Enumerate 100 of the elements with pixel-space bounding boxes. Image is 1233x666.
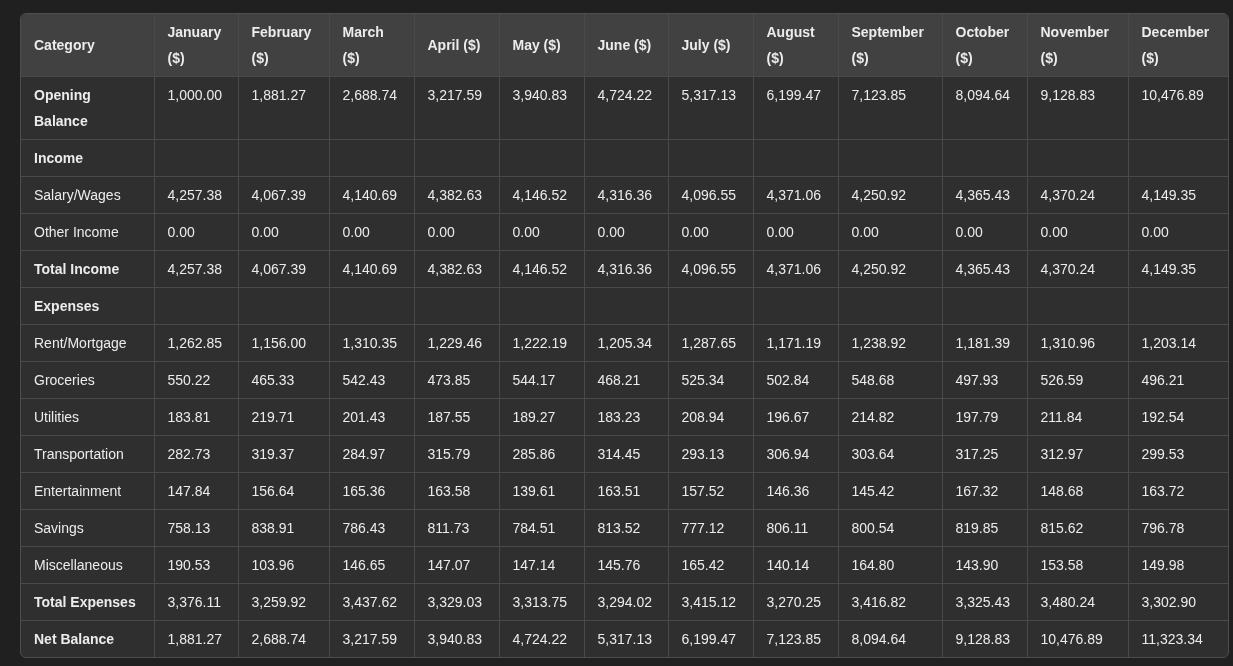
table-cell: 284.97 (329, 435, 414, 473)
table-cell: 4,067.39 (238, 250, 329, 288)
row-label: Groceries (21, 361, 154, 399)
table-cell: 4,724.22 (584, 76, 668, 140)
row-label: Miscellaneous (21, 546, 154, 584)
table-cell: 0.00 (154, 213, 238, 251)
table-cell: 165.36 (329, 472, 414, 510)
row-label: Transportation (21, 435, 154, 473)
table-cell: 548.68 (838, 361, 942, 399)
table-cell: 4,067.39 (238, 176, 329, 214)
table-cell: 4,382.63 (414, 250, 499, 288)
row-label: Income (21, 139, 154, 177)
table-cell: 542.43 (329, 361, 414, 399)
table-cell: 314.45 (584, 435, 668, 473)
table-cell: 0.00 (414, 213, 499, 251)
table-cell: 497.93 (942, 361, 1027, 399)
row-label: Total Expenses (21, 583, 154, 621)
table-cell: 0.00 (942, 213, 1027, 251)
table-cell: 139.61 (499, 472, 584, 510)
table-cell: 544.17 (499, 361, 584, 399)
table-cell: 1,310.96 (1027, 324, 1128, 362)
table-cell: 758.13 (154, 509, 238, 547)
table-cell: 317.25 (942, 435, 1027, 473)
table-cell: 153.58 (1027, 546, 1128, 584)
table-cell: 4,096.55 (668, 176, 753, 214)
table-cell: 190.53 (154, 546, 238, 584)
column-header: March ($) (329, 14, 414, 77)
table-cell: 145.76 (584, 546, 668, 584)
table-cell: 3,376.11 (154, 583, 238, 621)
table-cell: 7,123.85 (838, 76, 942, 140)
table-cell: 306.94 (753, 435, 838, 473)
table-cell: 208.94 (668, 398, 753, 436)
row-label: Opening Balance (21, 76, 154, 140)
table-cell: 146.36 (753, 472, 838, 510)
table-cell: 163.51 (584, 472, 668, 510)
table-cell: 4,257.38 (154, 250, 238, 288)
table-cell: 4,140.69 (329, 250, 414, 288)
table-cell: 140.14 (753, 546, 838, 584)
table-cell: 1,229.46 (414, 324, 499, 362)
table-cell: 4,250.92 (838, 250, 942, 288)
table-cell: 312.97 (1027, 435, 1128, 473)
table-cell: 9,128.83 (1027, 76, 1128, 140)
table-cell: 285.86 (499, 435, 584, 473)
table-cell: 164.80 (838, 546, 942, 584)
row-label: Entertainment (21, 472, 154, 510)
column-header: January ($) (154, 14, 238, 77)
table-cell: 201.43 (329, 398, 414, 436)
table-cell: 183.81 (154, 398, 238, 436)
column-header: October ($) (942, 14, 1027, 77)
column-header: September ($) (838, 14, 942, 77)
table-cell: 1,171.19 (753, 324, 838, 362)
table-cell: 0.00 (1027, 213, 1128, 251)
table-cell: 0.00 (499, 213, 584, 251)
table-cell: 165.42 (668, 546, 753, 584)
row-label: Salary/Wages (21, 176, 154, 214)
table-cell: 147.14 (499, 546, 584, 584)
table-cell: 1,000.00 (154, 76, 238, 140)
table-cell: 465.33 (238, 361, 329, 399)
table-cell: 315.79 (414, 435, 499, 473)
table-cell: 282.73 (154, 435, 238, 473)
table-cell: 811.73 (414, 509, 499, 547)
table-cell: 4,146.52 (499, 176, 584, 214)
table-cell: 819.85 (942, 509, 1027, 547)
table-cell: 784.51 (499, 509, 584, 547)
table-cell: 526.59 (1027, 361, 1128, 399)
table-cell: 3,480.24 (1027, 583, 1128, 621)
table-cell: 3,437.62 (329, 583, 414, 621)
table-cell: 502.84 (753, 361, 838, 399)
table-cell: 148.68 (1027, 472, 1128, 510)
table-cell: 1,156.00 (238, 324, 329, 362)
table-cell: 468.21 (584, 361, 668, 399)
table-cell: 4,146.52 (499, 250, 584, 288)
table-cell: 800.54 (838, 509, 942, 547)
table-cell: 3,270.25 (753, 583, 838, 621)
table-cell: 146.65 (329, 546, 414, 584)
table-cell: 157.52 (668, 472, 753, 510)
table-cell: 1,181.39 (942, 324, 1027, 362)
row-label: Total Income (21, 250, 154, 288)
column-header: February ($) (238, 14, 329, 77)
table-cell: 4,257.38 (154, 176, 238, 214)
table-cell: 147.84 (154, 472, 238, 510)
table-cell: 838.91 (238, 509, 329, 547)
table-cell: 0.00 (753, 213, 838, 251)
table-cell: 3,325.43 (942, 583, 1027, 621)
row-label: Utilities (21, 398, 154, 436)
table-cell: 11,323.34 (1128, 620, 1228, 657)
table-cell: 4,371.06 (753, 176, 838, 214)
table-cell: 525.34 (668, 361, 753, 399)
table-cell: 103.96 (238, 546, 329, 584)
column-header: August ($) (753, 14, 838, 77)
table-cell: 3,294.02 (584, 583, 668, 621)
table-cell: 319.37 (238, 435, 329, 473)
row-label: Other Income (21, 213, 154, 251)
table-cell: 3,415.12 (668, 583, 753, 621)
table-cell: 4,365.43 (942, 176, 1027, 214)
table-cell: 777.12 (668, 509, 753, 547)
table-cell: 145.42 (838, 472, 942, 510)
table-cell: 219.71 (238, 398, 329, 436)
table-cell: 156.64 (238, 472, 329, 510)
table-cell: 4,371.06 (753, 250, 838, 288)
